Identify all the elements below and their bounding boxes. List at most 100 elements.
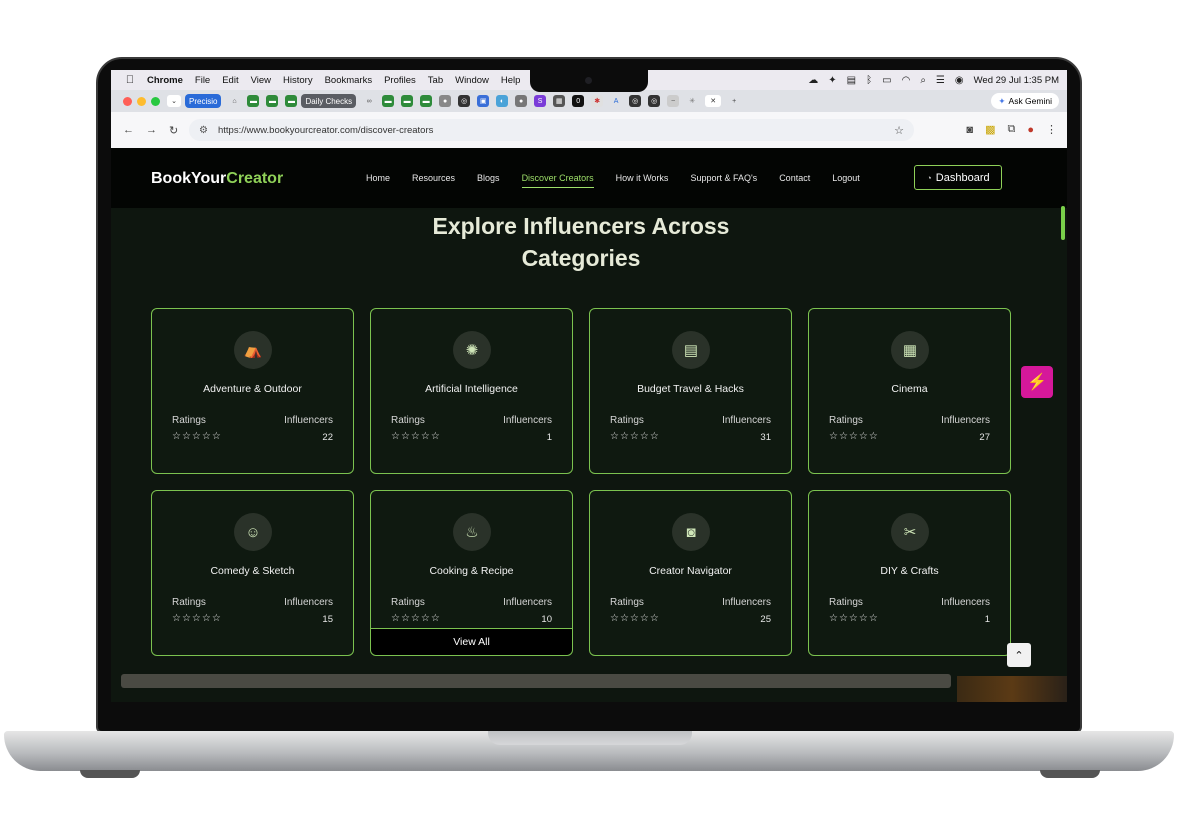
close-window-icon[interactable]: [123, 96, 132, 106]
tab-favicon[interactable]: S: [534, 95, 547, 107]
extension-icon[interactable]: ▩: [985, 123, 995, 136]
apple-icon[interactable]: : [123, 73, 137, 87]
tab-search-icon[interactable]: ⌄: [167, 95, 181, 107]
category-card[interactable]: ✺ Artificial Intelligence Ratings Influe…: [370, 308, 573, 474]
category-title: Creator Navigator: [649, 565, 732, 577]
menu-profiles[interactable]: Profiles: [384, 75, 416, 86]
heading-line-2: Categories: [521, 245, 641, 271]
chrome-menu-icon[interactable]: ⋮: [1046, 123, 1057, 136]
category-card[interactable]: ◙ Creator Navigator Ratings Influencers …: [589, 490, 792, 656]
ask-gemini-button[interactable]: ✦ Ask Gemini: [991, 93, 1059, 109]
nav-support-faq[interactable]: Support & FAQ's: [690, 173, 757, 183]
ratings-label: Ratings: [391, 597, 425, 608]
tent-icon: ⛺: [234, 331, 272, 369]
website-viewport: BookYourCreator Home Resources Blogs Dis…: [111, 148, 1067, 702]
dashboard-button[interactable]: ◔ Dashboard: [914, 165, 1002, 190]
tab-group-precisio[interactable]: Precisio: [185, 94, 222, 108]
site-logo[interactable]: BookYourCreator: [151, 170, 283, 188]
tab-favicon[interactable]: ◎: [629, 95, 642, 107]
siri-icon[interactable]: ◉: [955, 75, 964, 86]
category-card[interactable]: ☺ Comedy & Sketch Ratings Influencers ☆☆…: [151, 490, 354, 656]
wifi-icon[interactable]: ◠: [902, 75, 911, 86]
extensions-puzzle-icon[interactable]: ⧉: [1007, 123, 1015, 136]
tab-favicon[interactable]: ▬: [382, 95, 395, 107]
influencer-count: 31: [760, 432, 771, 443]
nav-discover-creators[interactable]: Discover Creators: [521, 173, 594, 188]
view-all-button[interactable]: View All: [371, 628, 572, 655]
craft-icon: ✂: [891, 513, 929, 551]
tab-favicon[interactable]: ◎: [458, 95, 471, 107]
tab-favicon[interactable]: ✳: [686, 95, 698, 107]
search-icon[interactable]: ⌕: [920, 75, 926, 86]
tab-favicon[interactable]: ●: [439, 95, 452, 107]
menu-bookmarks[interactable]: Bookmarks: [325, 75, 373, 86]
toolbar-icons: ◙ ▩ ⧉ ● ⋮: [966, 123, 1057, 136]
menu-app-name[interactable]: Chrome: [147, 75, 183, 86]
back-icon[interactable]: ←: [123, 124, 134, 136]
nav-resources[interactable]: Resources: [412, 173, 455, 183]
menu-help[interactable]: Help: [501, 75, 521, 86]
tab-favicon[interactable]: ✱: [591, 95, 604, 107]
zoom-window-icon[interactable]: [151, 96, 160, 106]
bluetooth-icon[interactable]: ᛒ: [866, 75, 872, 86]
category-card[interactable]: ⛺ Adventure & Outdoor Ratings Influencer…: [151, 308, 354, 474]
control-center-icon[interactable]: ☰: [936, 75, 945, 86]
category-card[interactable]: ✂ DIY & Crafts Ratings Influencers ☆☆☆☆☆…: [808, 490, 1011, 656]
scroll-to-top-button[interactable]: ⌃: [1007, 643, 1031, 667]
menu-window[interactable]: Window: [455, 75, 489, 86]
camera-icon: ◙: [672, 513, 710, 551]
tab-favicon[interactable]: ∞: [363, 95, 375, 107]
floating-widget-icon[interactable]: ⚡: [1021, 366, 1053, 398]
address-bar-row: ← → ↻ ⚙ https://www.bookyourcreator.com/…: [111, 112, 1067, 149]
category-title: Comedy & Sketch: [210, 565, 295, 577]
camera-extension-icon[interactable]: ◙: [966, 124, 973, 136]
tab-strip: ⌄ Precisio ⌂ ▬ ▬ ▬ Daily Checks ∞ ▬ ▬ ▬ …: [111, 90, 1067, 112]
nav-home[interactable]: Home: [366, 173, 390, 183]
menu-edit[interactable]: Edit: [222, 75, 238, 86]
tab-favicon[interactable]: ▦: [553, 95, 566, 107]
menu-file[interactable]: File: [195, 75, 210, 86]
ratings-label: Ratings: [391, 415, 425, 426]
profile-avatar-icon[interactable]: ●: [1027, 124, 1034, 136]
sparkle-icon[interactable]: ✦: [828, 75, 836, 86]
tab-favicon[interactable]: ~: [667, 95, 680, 107]
display-icon[interactable]: ▤: [847, 75, 856, 86]
tab-favicon[interactable]: ▬: [401, 95, 414, 107]
menu-tab[interactable]: Tab: [428, 75, 443, 86]
nav-how-it-works[interactable]: How it Works: [616, 173, 669, 183]
tab-favicon[interactable]: ◎: [648, 95, 661, 107]
tab-favicon[interactable]: ▬: [285, 95, 298, 107]
nav-contact[interactable]: Contact: [779, 173, 810, 183]
battery-icon[interactable]: ▭: [882, 75, 891, 86]
scrollbar-thumb[interactable]: [1061, 206, 1065, 240]
category-card[interactable]: ♨ Cooking & Recipe Ratings Influencers ☆…: [370, 490, 573, 656]
url-text[interactable]: https://www.bookyourcreator.com/discover…: [218, 125, 433, 136]
close-tab-icon[interactable]: ✕: [705, 95, 722, 107]
tab-favicon[interactable]: ●: [515, 95, 528, 107]
site-settings-icon[interactable]: ⚙: [199, 125, 208, 136]
forward-icon[interactable]: →: [146, 124, 157, 136]
menubar-datetime[interactable]: Wed 29 Jul 1:35 PM: [974, 75, 1059, 86]
tab-favicon[interactable]: ▬: [247, 95, 260, 107]
tab-favicon[interactable]: 0: [572, 95, 585, 107]
cloud-icon[interactable]: ☁: [808, 75, 818, 86]
tab-group-daily-checks[interactable]: Daily Checks: [301, 94, 357, 108]
url-bar[interactable]: ⚙ https://www.bookyourcreator.com/discov…: [189, 119, 914, 141]
tab-favicon[interactable]: ▬: [420, 95, 433, 107]
bookmark-star-icon[interactable]: ☆: [894, 124, 904, 137]
new-tab-icon[interactable]: +: [728, 95, 740, 107]
site-header: BookYourCreator Home Resources Blogs Dis…: [111, 148, 1067, 208]
tab-favicon[interactable]: ▣: [477, 95, 490, 107]
nav-blogs[interactable]: Blogs: [477, 173, 500, 183]
tab-favicon[interactable]: ⌂: [228, 95, 240, 107]
reload-icon[interactable]: ↻: [169, 124, 178, 137]
minimize-window-icon[interactable]: [137, 96, 146, 106]
category-card[interactable]: ▦ Cinema Ratings Influencers ☆☆☆☆☆ 27: [808, 308, 1011, 474]
category-card[interactable]: ▤ Budget Travel & Hacks Ratings Influenc…: [589, 308, 792, 474]
menu-history[interactable]: History: [283, 75, 313, 86]
nav-logout[interactable]: Logout: [832, 173, 860, 183]
tab-favicon[interactable]: ◐: [496, 95, 509, 107]
menu-view[interactable]: View: [251, 75, 271, 86]
tab-favicon[interactable]: ▬: [266, 95, 279, 107]
tab-favicon[interactable]: A: [610, 95, 622, 107]
